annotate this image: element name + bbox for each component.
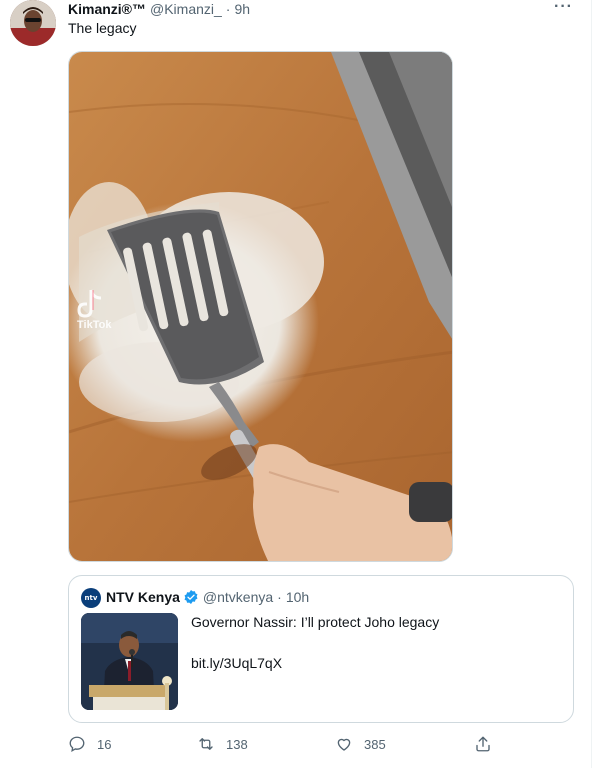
quoted-avatar[interactable]: ntv [81, 588, 101, 608]
tiktok-watermark: TikTok [77, 319, 112, 331]
avatar[interactable] [10, 0, 56, 46]
reply-count: 16 [97, 736, 112, 752]
tweet-timestamp[interactable]: 9h [234, 1, 250, 17]
retweet-icon [199, 738, 213, 750]
retweet-button[interactable]: 138 [197, 735, 248, 753]
quoted-avatar-label: ntv [84, 594, 98, 602]
quoted-media-thumbnail[interactable] [81, 613, 178, 710]
author-name[interactable]: Kimanzi®™ [68, 1, 146, 17]
share-icon [476, 736, 490, 752]
quoted-timestamp[interactable]: 10h [286, 589, 309, 605]
tweet[interactable]: Kimanzi®™ @Kimanzi_ · 9h ··· The legacy [0, 0, 595, 768]
quoted-tweet-text: Governor Nassir: I’ll protect Joho legac… [191, 614, 440, 630]
like-count: 385 [364, 736, 386, 752]
quoted-author-handle[interactable]: @ntvkenya [203, 589, 273, 605]
reply-icon [69, 736, 85, 753]
quoted-header: NTV Kenya @ntvkenya · 10h [106, 589, 309, 605]
heart-icon [337, 738, 351, 751]
retweet-count: 138 [226, 736, 248, 752]
verified-badge-icon [183, 589, 199, 605]
quoted-author-name[interactable]: NTV Kenya [106, 589, 180, 605]
tweet-text: The legacy [68, 20, 137, 36]
share-button[interactable] [474, 735, 503, 753]
timeline-divider [591, 0, 592, 768]
quoted-link[interactable]: bit.ly/3UqL7qX [191, 655, 282, 671]
tweet-media[interactable]: TikTok [68, 51, 453, 562]
quoted-separator-dot: · [277, 589, 282, 605]
separator-dot: · [225, 1, 231, 17]
tweet-actions: 16 138 385 [68, 735, 498, 755]
reply-button[interactable]: 16 [68, 735, 111, 753]
more-icon[interactable]: ··· [554, 0, 573, 16]
tweet-header: Kimanzi®™ @Kimanzi_ · 9h [68, 0, 250, 18]
author-handle[interactable]: @Kimanzi_ [150, 1, 222, 17]
like-button[interactable]: 385 [335, 735, 386, 753]
quoted-tweet[interactable]: ntv NTV Kenya @ntvkenya · 10h Governor N… [68, 575, 574, 723]
